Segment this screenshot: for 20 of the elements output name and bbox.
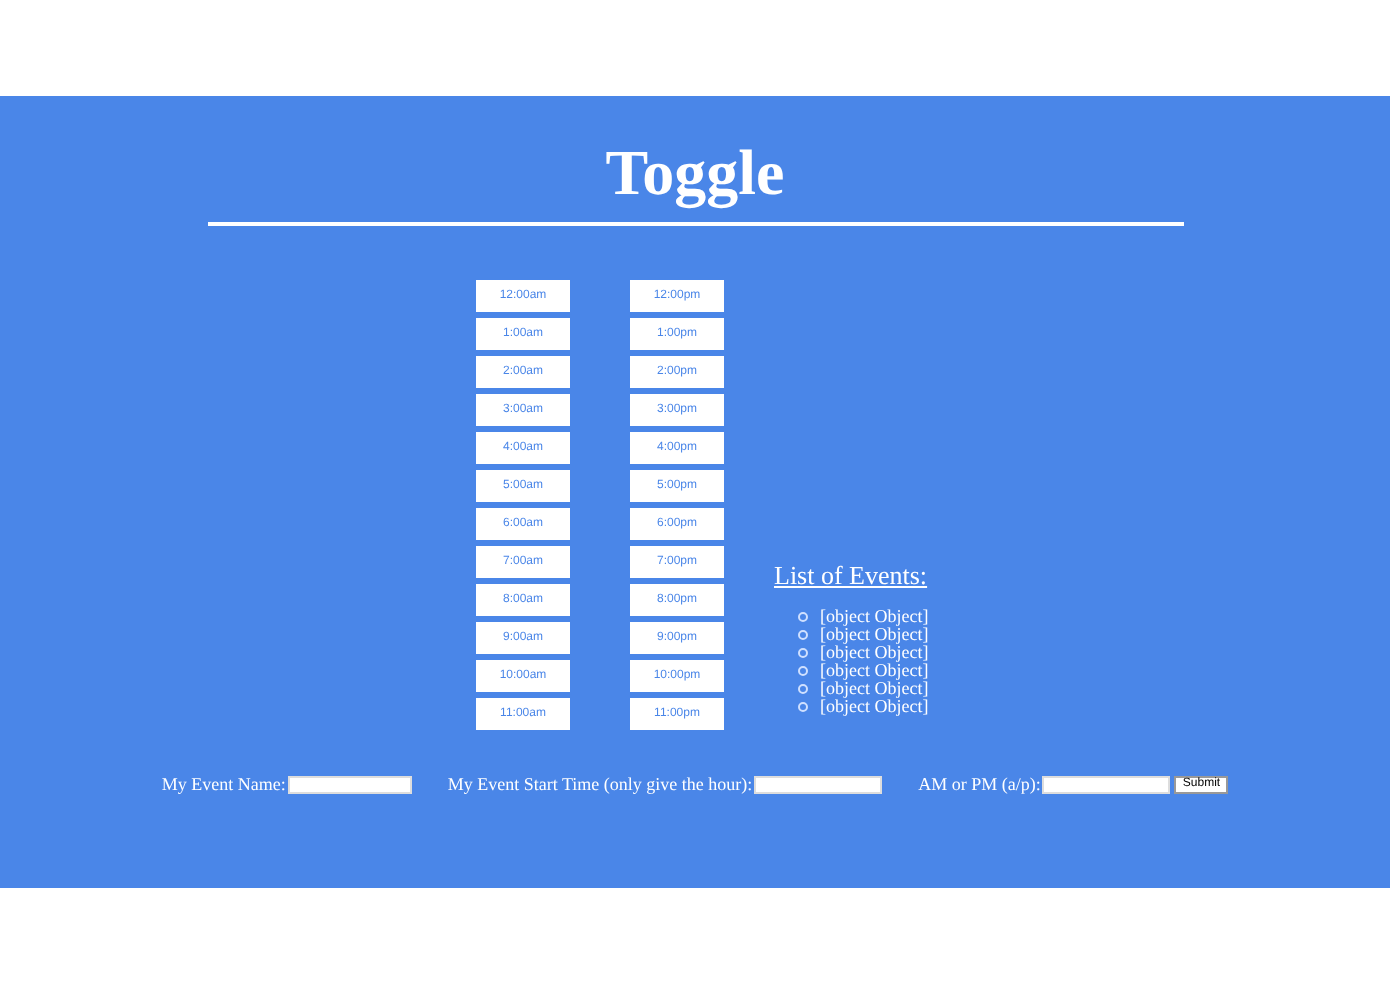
page-title: Toggle [605, 134, 785, 212]
input-field[interactable] [287, 775, 412, 793]
field-label: My Event Start Time (only give the hour): [447, 774, 753, 794]
input-field[interactable] [1042, 775, 1171, 793]
bullet-icon [798, 684, 808, 694]
input-field[interactable] [754, 775, 883, 793]
event-item: [object Object] [820, 662, 929, 680]
events-heading: List of Events: [774, 560, 930, 592]
bullet-icon [798, 612, 808, 622]
field-label: My Event Name: [161, 774, 286, 794]
field-label: AM or PM (a/p): [918, 774, 1041, 794]
event-item: [object Object] [820, 680, 929, 698]
event-item: [object Object] [820, 608, 929, 626]
bullet-icon [798, 702, 808, 712]
bullet-icon [798, 630, 808, 640]
bullet-icon [798, 648, 808, 658]
event-item: [object Object] [820, 644, 929, 662]
event-item: [object Object] [820, 698, 929, 716]
bullet-icon [798, 666, 808, 676]
event-item: [object Object] [820, 626, 929, 644]
